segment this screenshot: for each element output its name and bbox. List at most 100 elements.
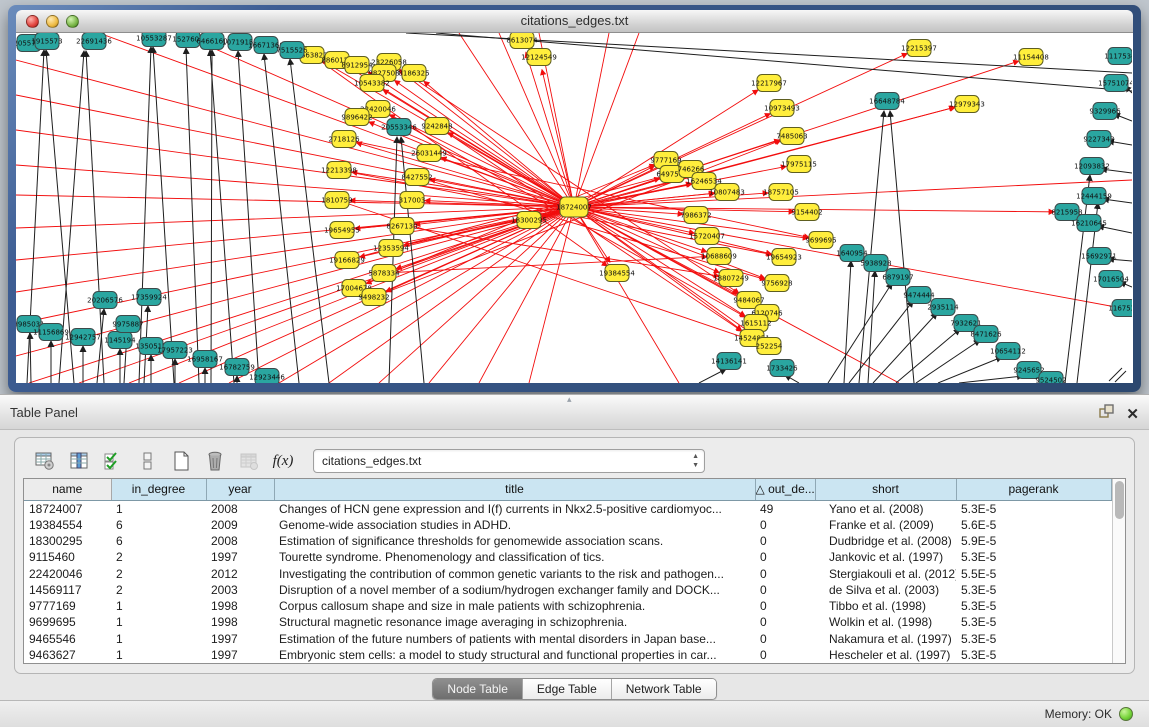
network-node[interactable]: 1915573 (31, 33, 62, 50)
network-node[interactable]: 12353594 (373, 240, 409, 257)
network-node[interactable]: 11154408 (1013, 49, 1049, 66)
network-node[interactable]: 20553346 (381, 119, 417, 136)
column-header-title[interactable]: title (274, 479, 755, 500)
table-row[interactable]: 1830029562008Estimation of significance … (24, 533, 1111, 549)
network-node[interactable]: 10654112 (990, 343, 1026, 360)
network-node[interactable]: 317003 (399, 192, 426, 209)
network-node[interactable]: 17975115 (781, 156, 817, 173)
panel-resize-handle[interactable]: ▴ (567, 394, 572, 405)
network-node[interactable]: 8267130 (386, 218, 417, 235)
select-all-check-icon[interactable] (99, 447, 127, 475)
network-node[interactable]: 7986372 (680, 207, 711, 224)
network-node[interactable]: 1167533 (1108, 300, 1132, 317)
network-node[interactable]: 252254 (756, 338, 783, 355)
network-node[interactable]: 12444159 (1076, 188, 1112, 205)
network-file-selector[interactable]: citations_edges.txt ▲▼ (313, 449, 705, 473)
table-panel-header[interactable]: Table Panel ▴ ✕ (0, 394, 1149, 430)
network-node-label: 22691436 (76, 38, 112, 46)
network-node[interactable]: 9242848 (421, 118, 452, 135)
network-hub-node[interactable]: 18724007 (556, 197, 592, 217)
import-table-icon[interactable] (235, 447, 263, 475)
close-panel-icon[interactable]: ✕ (1126, 407, 1139, 422)
function-builder-icon[interactable]: f(x) (269, 447, 297, 475)
table-row[interactable]: 1456911722003Disruption of a novel membe… (24, 582, 1111, 598)
table-row[interactable]: 946362711997Embryonic stem cells: a mode… (24, 647, 1111, 663)
network-node[interactable]: 17359924 (131, 289, 167, 306)
network-node[interactable]: 1733426 (766, 360, 798, 377)
network-node[interactable]: 9154402 (791, 204, 822, 221)
network-node[interactable]: 20206576 (87, 292, 123, 309)
table-scrollbar[interactable] (1112, 479, 1126, 663)
delete-table-icon[interactable] (201, 447, 229, 475)
network-node[interactable]: 8471626 (970, 326, 1002, 343)
network-node[interactable]: 19654955 (324, 222, 360, 239)
network-canvas[interactable]: 7663822886012489129542322605898275081054… (16, 33, 1133, 383)
network-node[interactable]: 1615112 (740, 315, 771, 332)
table-toolbar: f(x) citations_edges.txt ▲▼ (23, 444, 1126, 478)
network-node[interactable]: 1810759 (321, 192, 352, 209)
network-node[interactable]: 2718126 (328, 131, 360, 148)
table-row[interactable]: 2242004622012Investigating the contribut… (24, 565, 1111, 581)
tab-node-table[interactable]: Node Table (433, 679, 523, 699)
table-row[interactable]: 969969511998Structural magnetic resonanc… (24, 614, 1111, 630)
network-node[interactable]: 2935114 (927, 299, 959, 316)
network-node[interactable]: 12217967 (751, 75, 787, 92)
column-header-name[interactable]: name (24, 479, 111, 500)
network-node[interactable]: 17016504 (1093, 271, 1129, 288)
network-node[interactable]: 19166829 (329, 252, 365, 269)
network-node[interactable]: 9227343 (1083, 131, 1114, 148)
table-settings-icon[interactable] (31, 447, 59, 475)
network-node[interactable]: 1145194 (104, 332, 136, 349)
network-node[interactable]: 12979343 (949, 96, 985, 113)
network-node[interactable]: 12124549 (521, 49, 557, 66)
new-table-icon[interactable] (167, 447, 195, 475)
column-header-short[interactable]: short (815, 479, 956, 500)
network-node[interactable]: 9896422 (341, 109, 372, 126)
network-node[interactable]: 19384554 (599, 265, 635, 282)
network-node[interactable]: 8427552 (401, 169, 432, 186)
network-node[interactable]: 9329966 (1089, 103, 1121, 120)
scrollbar-thumb[interactable] (1115, 481, 1124, 519)
network-node[interactable]: 1117534 (1104, 48, 1132, 65)
network-node[interactable]: 10553287 (136, 33, 172, 47)
table-row[interactable]: 946554611997Estimation of the future num… (24, 630, 1111, 646)
network-node[interactable]: 9498232 (358, 289, 389, 306)
network-node[interactable]: 8186325 (398, 65, 429, 82)
table-row[interactable]: 911546021997Tourette syndrome. Phenomeno… (24, 549, 1111, 565)
network-node[interactable]: 7515526 (276, 42, 308, 59)
network-graph[interactable]: 7663822886012489129542322605898275081054… (16, 33, 1132, 383)
table-row[interactable]: 1872400712008Changes of HCN gene express… (24, 500, 1111, 517)
network-node[interactable]: 9975887 (112, 316, 143, 333)
network-node[interactable]: 9756928 (761, 275, 792, 292)
table-row[interactable]: 1938455462009Genome-wide association stu… (24, 517, 1111, 533)
rows-icon[interactable] (133, 447, 161, 475)
network-node[interactable]: 6879197 (882, 269, 913, 286)
table-cell: 2 (111, 565, 206, 581)
tab-edge-table[interactable]: Edge Table (523, 679, 612, 699)
network-node[interactable]: 9699695 (805, 232, 836, 249)
column-header-in_degree[interactable]: in_degree (111, 479, 206, 500)
network-node[interactable]: 5938928 (860, 255, 891, 272)
column-header-pagerank[interactable]: pagerank (956, 479, 1111, 500)
network-node[interactable]: 9474444 (903, 287, 935, 304)
show-columns-icon[interactable] (65, 447, 93, 475)
network-node[interactable]: 19654923 (766, 249, 802, 266)
network-node[interactable]: 12093832 (1074, 158, 1110, 175)
table-row[interactable]: 977716911998Corpus callosum shape and si… (24, 598, 1111, 614)
network-node-label: 9227343 (1083, 136, 1114, 144)
float-panel-icon[interactable] (1099, 404, 1114, 424)
table-panel-title: Table Panel (10, 405, 78, 420)
tab-network-table[interactable]: Network Table (612, 679, 716, 699)
network-view-window[interactable]: citations_edges.txt 76638228860124891295… (8, 5, 1141, 392)
column-header-out_de[interactable]: △ out_de... (755, 479, 815, 500)
network-node-label: 18757105 (763, 189, 799, 197)
network-node[interactable]: 8613074 (506, 33, 538, 49)
network-node[interactable]: 14136141 (711, 353, 747, 370)
network-node[interactable]: 16648784 (869, 93, 905, 110)
network-node[interactable]: 15692971 (1081, 248, 1117, 265)
network-window-titlebar[interactable]: citations_edges.txt (16, 10, 1133, 33)
network-node[interactable]: 7485063 (776, 128, 807, 145)
network-node[interactable]: 5878334 (368, 265, 400, 282)
column-header-year[interactable]: year (206, 479, 274, 500)
network-node[interactable]: 9524502 (1035, 372, 1066, 384)
